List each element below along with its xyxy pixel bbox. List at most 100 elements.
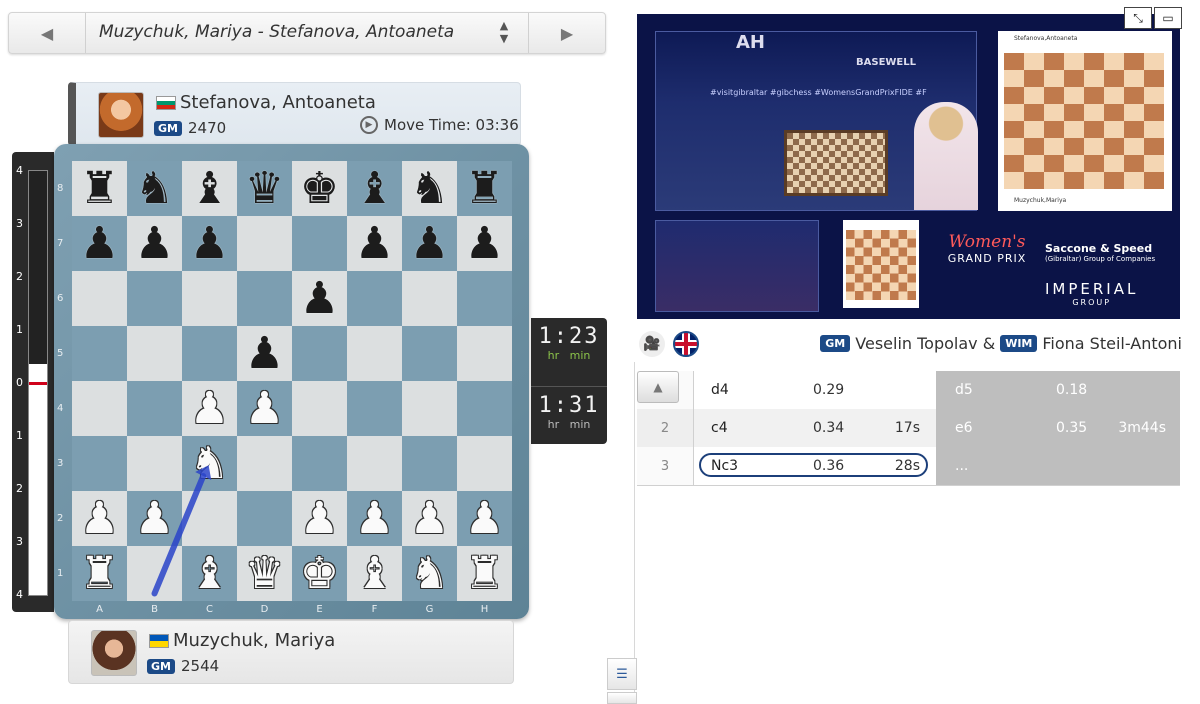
move-san[interactable]: ... [955,458,968,474]
square-h1[interactable]: ♜ [457,546,512,601]
black-pawn-icon[interactable]: ♟ [80,216,119,271]
black-king-icon[interactable]: ♚ [300,161,339,216]
square-f8[interactable]: ♝ [347,161,402,216]
next-game-button[interactable]: ▶ [528,13,605,53]
square-b7[interactable]: ♟ [127,216,182,271]
square-a3[interactable] [72,436,127,491]
square-e6[interactable]: ♟ [292,271,347,326]
maximize-video-icon[interactable]: ▭ [1154,7,1182,29]
square-f6[interactable] [347,271,402,326]
black-pawn-icon[interactable]: ♟ [300,271,339,326]
black-bishop-icon[interactable]: ♝ [190,161,229,216]
black-pawn-icon[interactable]: ♟ [135,216,174,271]
square-c4[interactable]: ♟ [182,381,237,436]
square-b4[interactable] [127,381,182,436]
square-b2[interactable]: ♟ [127,491,182,546]
square-h4[interactable] [457,381,512,436]
square-g5[interactable] [402,326,457,381]
square-b1[interactable] [127,546,182,601]
square-c2[interactable] [182,491,237,546]
black-bishop-icon[interactable]: ♝ [355,161,394,216]
square-d5[interactable]: ♟ [237,326,292,381]
white-knight-icon[interactable]: ♞ [410,546,449,601]
white-pawn-icon[interactable]: ♟ [80,491,119,546]
select-arrows-icon[interactable]: ▲ ▼ [493,19,515,47]
game-title[interactable]: Muzychuk, Mariya - Stefanova, Antoaneta [99,22,454,42]
square-h2[interactable]: ♟ [457,491,512,546]
square-e5[interactable] [292,326,347,381]
black-move-cell[interactable]: d5 0.18 [936,371,1180,409]
camera-icon[interactable]: 🎥 [639,331,665,357]
black-rook-icon[interactable]: ♜ [465,161,504,216]
white-bishop-icon[interactable]: ♝ [355,546,394,601]
uk-flag-icon[interactable] [673,331,699,357]
side-button[interactable] [607,692,637,704]
black-pawn-icon[interactable]: ♟ [245,326,284,381]
white-king-icon[interactable]: ♚ [300,546,339,601]
square-f7[interactable]: ♟ [347,216,402,271]
game-selector[interactable]: ◀ Muzychuk, Mariya - Stefanova, Antoanet… [8,12,606,54]
move-san[interactable]: d4 [711,382,729,398]
chess-board[interactable]: ♜ ♞ ♝ ♛ ♚ ♝ ♞ ♜ ♟ ♟ ♟ ♟ ♟ ♟ ♟ ♟ ♟ ♟ ♞ ♟ ♟ ♟ ♟ ♟ ♟ ♜ ♝ ♛ ♚ ♝ ♞ ♜ [72,161,512,601]
square-b5[interactable] [127,326,182,381]
move-san[interactable]: Nc3 [711,458,738,474]
black-pawn-icon[interactable]: ♟ [465,216,504,271]
white-bishop-icon[interactable]: ♝ [190,546,229,601]
square-g8[interactable]: ♞ [402,161,457,216]
square-d2[interactable] [237,491,292,546]
black-pawn-icon[interactable]: ♟ [190,216,229,271]
black-queen-icon[interactable]: ♛ [245,161,284,216]
square-g3[interactable] [402,436,457,491]
square-d1[interactable]: ♛ [237,546,292,601]
square-f2[interactable]: ♟ [347,491,402,546]
white-queen-icon[interactable]: ♛ [245,546,284,601]
square-d4[interactable]: ♟ [237,381,292,436]
black-move-cell[interactable]: ... [936,447,1180,485]
square-f1[interactable]: ♝ [347,546,402,601]
square-h5[interactable] [457,326,512,381]
square-d7[interactable] [237,216,292,271]
square-d3[interactable] [237,436,292,491]
white-rook-icon[interactable]: ♜ [465,546,504,601]
square-g6[interactable] [402,271,457,326]
live-video[interactable]: AH BASEWELL #visitgibraltar #gibchess #W… [637,14,1180,319]
square-b8[interactable]: ♞ [127,161,182,216]
square-c6[interactable] [182,271,237,326]
move-san[interactable]: e6 [955,420,973,436]
square-c7[interactable]: ♟ [182,216,237,271]
square-a7[interactable]: ♟ [72,216,127,271]
square-f5[interactable] [347,326,402,381]
square-e2[interactable]: ♟ [292,491,347,546]
player-name[interactable]: Stefanova, Antoaneta [180,92,376,113]
square-b6[interactable] [127,271,182,326]
move-san[interactable]: d5 [955,382,973,398]
white-pawn-icon[interactable]: ♟ [190,381,229,436]
prev-game-button[interactable]: ◀ [9,13,86,53]
black-knight-icon[interactable]: ♞ [135,161,174,216]
square-g7[interactable]: ♟ [402,216,457,271]
move-san[interactable]: c4 [711,420,728,436]
black-move-cell[interactable]: e6 0.35 3m44s [936,409,1180,447]
white-rook-icon[interactable]: ♜ [80,546,119,601]
square-c1[interactable]: ♝ [182,546,237,601]
white-pawn-icon[interactable]: ♟ [245,381,284,436]
square-d6[interactable] [237,271,292,326]
square-h6[interactable] [457,271,512,326]
popout-video-icon[interactable]: ⤡ [1124,7,1152,29]
black-knight-icon[interactable]: ♞ [410,161,449,216]
white-pawn-icon[interactable]: ♟ [410,491,449,546]
square-h3[interactable] [457,436,512,491]
square-e8[interactable]: ♚ [292,161,347,216]
square-b3[interactable] [127,436,182,491]
square-a1[interactable]: ♜ [72,546,127,601]
notation-list-icon[interactable]: ☰ [607,658,637,690]
black-rook-icon[interactable]: ♜ [80,161,119,216]
square-c8[interactable]: ♝ [182,161,237,216]
square-a2[interactable]: ♟ [72,491,127,546]
square-a6[interactable] [72,271,127,326]
square-g4[interactable] [402,381,457,436]
collapse-icon[interactable]: ▲ [637,371,679,403]
white-pawn-icon[interactable]: ♟ [465,491,504,546]
square-c3[interactable]: ♞ [182,436,237,491]
white-pawn-icon[interactable]: ♟ [355,491,394,546]
